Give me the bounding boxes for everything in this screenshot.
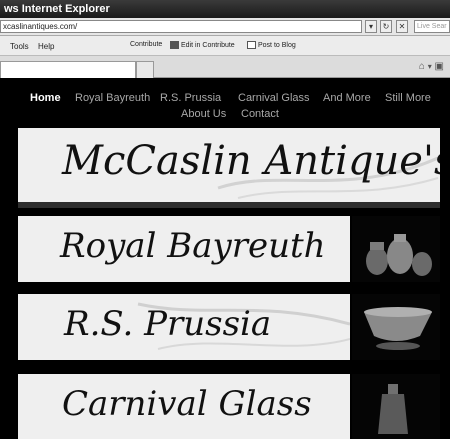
- menu-tools[interactable]: Tools: [10, 42, 29, 51]
- nav-still-more[interactable]: Still More: [385, 92, 431, 104]
- nav-carnival-glass[interactable]: Carnival Glass: [238, 92, 310, 104]
- edit-icon: [170, 41, 179, 49]
- category-banner-carnival-glass[interactable]: Carnival Glass: [18, 374, 350, 439]
- nav-and-more[interactable]: And More: [323, 92, 371, 104]
- address-input[interactable]: xcaslinantiques.com/: [0, 20, 362, 33]
- home-icon[interactable]: ⌂: [419, 61, 425, 72]
- contribute-button[interactable]: Contribute: [130, 41, 162, 48]
- post-to-blog-label: Post to Blog: [258, 41, 296, 49]
- teapot-icon: [366, 234, 432, 276]
- banner-shadow: [18, 202, 440, 208]
- royal-bayreuth-image[interactable]: [352, 216, 440, 282]
- web-page: Home Royal Bayreuth R.S. Prussia Carniva…: [0, 78, 450, 439]
- edit-in-contribute-button[interactable]: Edit in Contribute: [170, 41, 235, 49]
- menu-help[interactable]: Help: [38, 42, 54, 51]
- category-title-royal-bayreuth: Royal Bayreuth: [60, 226, 326, 266]
- address-dropdown-icon[interactable]: ▾: [365, 20, 377, 33]
- carnival-glass-image[interactable]: [352, 374, 440, 439]
- window-title-bar: ws Internet Explorer: [0, 0, 450, 18]
- site-header-banner: McCaslin Antique's: [18, 128, 440, 202]
- post-to-blog-button[interactable]: Post to Blog: [247, 41, 296, 49]
- menu-bar: Tools Help Contribute Edit in Contribute…: [0, 36, 450, 56]
- nav-royal-bayreuth[interactable]: Royal Bayreuth: [75, 92, 150, 104]
- tab-toolbar: ⌂ ▾ ▣: [419, 61, 444, 72]
- category-title-rs-prussia: R.S. Prussia: [64, 304, 272, 344]
- stop-icon[interactable]: ✕: [396, 20, 408, 33]
- category-banner-royal-bayreuth[interactable]: Royal Bayreuth: [18, 216, 350, 282]
- new-tab-button[interactable]: [136, 61, 154, 78]
- category-banner-rs-prussia[interactable]: R.S. Prussia: [18, 294, 350, 360]
- search-input[interactable]: Live Sear: [414, 20, 450, 33]
- category-title-carnival-glass: Carnival Glass: [62, 384, 312, 424]
- window-title: ws Internet Explorer: [4, 3, 110, 15]
- nav-home[interactable]: Home: [30, 92, 61, 104]
- contribute-label: Contribute: [130, 41, 163, 48]
- site-title: McCaslin Antique's: [62, 138, 440, 184]
- nav-about-us[interactable]: About Us: [181, 108, 226, 120]
- refresh-icon[interactable]: ↻: [380, 20, 392, 33]
- rs-prussia-image[interactable]: [352, 294, 440, 360]
- chevron-down-icon[interactable]: ▾: [428, 62, 432, 71]
- address-bar-row: xcaslinantiques.com/ ▾ ↻ ✕ Live Sear: [0, 18, 450, 36]
- nav-rs-prussia[interactable]: R.S. Prussia: [160, 92, 221, 104]
- vase-icon: [378, 384, 408, 434]
- blog-icon: [247, 41, 256, 49]
- feeds-icon[interactable]: ▣: [435, 61, 444, 72]
- bowl-icon: [364, 307, 432, 350]
- tab-row: ⌂ ▾ ▣: [0, 56, 450, 78]
- browser-tab[interactable]: [0, 61, 136, 78]
- edit-in-contribute-label: Edit in Contribute: [181, 41, 235, 49]
- nav-contact[interactable]: Contact: [241, 108, 279, 120]
